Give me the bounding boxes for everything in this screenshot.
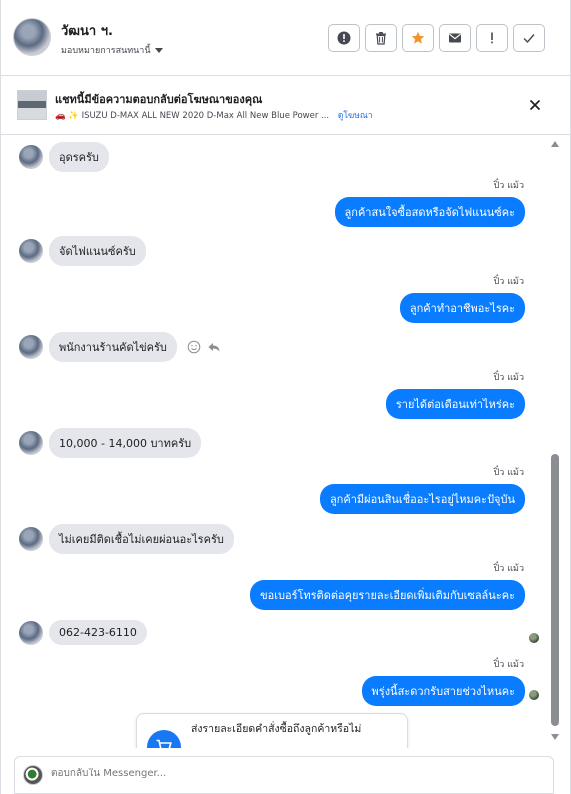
- incoming-message[interactable]: จัดไฟแนนซ์ครับ: [49, 236, 146, 266]
- contact-avatar[interactable]: [13, 18, 51, 56]
- contact-avatar-small: [19, 335, 43, 359]
- contact-avatar-small: [19, 145, 43, 169]
- outgoing-message[interactable]: พรุ่งนี้สะดวกรับสายช่วงไหนคะ: [361, 676, 525, 706]
- report-button[interactable]: [328, 24, 360, 52]
- message-row: จัดไฟแนนซ์ครับ: [19, 236, 146, 266]
- star-button[interactable]: [402, 24, 434, 52]
- sender-name: ปิ๋ว แม้ว: [493, 564, 524, 574]
- ad-summary: 🚗 ✨ ISUZU D-MAX ALL NEW 2020 D-Max All N…: [55, 108, 373, 122]
- message-row: อุดรครับ: [19, 142, 109, 172]
- contact-avatar-small: [19, 431, 43, 455]
- notice-title: แชทนี้มีข้อความตอบกลับต่อโฆษณาของคุณ: [55, 93, 263, 106]
- incoming-message[interactable]: ไม่เคยมีติดเชื้อไม่เคยผ่อนอะไรครับ: [49, 524, 234, 554]
- page-avatar: [23, 765, 43, 785]
- outgoing-message[interactable]: ลูกค้าสนใจซื้อสดหรือจัดไฟแนนซ์คะ: [334, 197, 525, 227]
- incoming-message[interactable]: 062-423-6110: [49, 620, 147, 645]
- react-emoji-icon[interactable]: [187, 340, 201, 354]
- scrollbar-thumb[interactable]: [551, 454, 559, 726]
- incoming-message[interactable]: พนักงานร้านคัดไข่ครับ: [49, 332, 177, 362]
- assign-conversation-dropdown[interactable]: มอบหมายการสนทนานี้: [61, 43, 163, 57]
- sender-name: ปิ๋ว แม้ว: [493, 660, 524, 670]
- assign-label: มอบหมายการสนทนานี้: [61, 46, 151, 56]
- star-icon: [411, 31, 425, 44]
- report-icon: [337, 31, 351, 45]
- reply-input[interactable]: [51, 768, 531, 779]
- order-details-prompt-card[interactable]: ส่งรายละเอียดคำสั่งซื้อถึงลูกค้าหรือไม่: [136, 713, 408, 748]
- messenger-panel: วัฒนา ฯ. มอบหมายการสนทนานี้ แชทนี้มีข้อค…: [0, 0, 571, 794]
- contact-name[interactable]: วัฒนา ฯ.: [61, 20, 113, 41]
- reply-icon[interactable]: [207, 340, 221, 354]
- sender-name: ปิ๋ว แม้ว: [493, 277, 524, 287]
- chat-scrollbar[interactable]: [549, 136, 561, 748]
- outgoing-message[interactable]: รายได้ต่อเดือนเท่าไหร่คะ: [385, 389, 525, 419]
- sender-name: ปิ๋ว แม้ว: [493, 468, 524, 478]
- message-tools: [187, 340, 221, 354]
- outgoing-message[interactable]: ลูกค้าทำอาชีพอะไรคะ: [399, 293, 525, 323]
- outgoing-message[interactable]: ลูกค้ามีผ่อนสินเชื่ออะไรอยู่ไหมคะปัจุบัน: [319, 484, 525, 514]
- mail-icon: [449, 33, 461, 43]
- view-ad-link[interactable]: ดูโฆษณา: [338, 111, 373, 121]
- incoming-message[interactable]: 10,000 - 14,000 บาทครับ: [49, 428, 202, 458]
- close-notice-button[interactable]: [528, 97, 542, 116]
- car-emoji-icon: 🚗 ✨: [55, 111, 79, 121]
- scroll-up-icon[interactable]: [551, 141, 559, 147]
- close-icon: [529, 99, 541, 111]
- mark-unread-button[interactable]: [439, 24, 471, 52]
- conversation-header: วัฒนา ฯ. มอบหมายการสนทนานี้: [1, 0, 570, 76]
- contact-avatar-small: [19, 620, 43, 645]
- cart-icon: [147, 730, 181, 748]
- seen-avatar: [529, 690, 539, 700]
- ad-text: ISUZU D-MAX ALL NEW 2020 D-Max All New B…: [81, 111, 330, 121]
- incoming-message[interactable]: อุดรครับ: [49, 142, 109, 172]
- mark-done-button[interactable]: [513, 24, 545, 52]
- exclamation-icon: [491, 32, 493, 44]
- message-row: พนักงานร้านคัดไข่ครับ: [19, 332, 221, 362]
- trash-icon: [376, 32, 386, 45]
- message-row: 062-423-6110: [19, 620, 147, 645]
- sender-name: ปิ๋ว แม้ว: [493, 181, 524, 191]
- header-actions: [328, 24, 545, 52]
- contact-avatar-small: [19, 527, 43, 551]
- spam-button[interactable]: [476, 24, 508, 52]
- contact-avatar-small: [19, 239, 43, 263]
- sender-name: ปิ๋ว แม้ว: [493, 373, 524, 383]
- check-icon: [523, 34, 535, 44]
- ad-thumbnail: [17, 90, 47, 120]
- message-row: ไม่เคยมีติดเชื้อไม่เคยผ่อนอะไรครับ: [19, 524, 234, 554]
- ad-reply-notice: แชทนี้มีข้อความตอบกลับต่อโฆษณาของคุณ 🚗 ✨…: [1, 77, 570, 135]
- prompt-text: ส่งรายละเอียดคำสั่งซื้อถึงลูกค้าหรือไม่: [191, 723, 362, 735]
- message-thread: อุดรครับ ปิ๋ว แม้ว ลูกค้าสนใจซื้อสดหรือจ…: [1, 136, 549, 748]
- outgoing-message[interactable]: ขอเบอร์โทรติดต่อคุยรายละเอียดเพิ่มเติมกั…: [250, 580, 525, 610]
- scroll-down-icon[interactable]: [551, 734, 559, 740]
- message-row: 10,000 - 14,000 บาทครับ: [19, 428, 202, 458]
- seen-avatar: [529, 633, 539, 643]
- delete-button[interactable]: [365, 24, 397, 52]
- message-composer: [14, 756, 554, 794]
- caret-down-icon: [154, 47, 163, 53]
